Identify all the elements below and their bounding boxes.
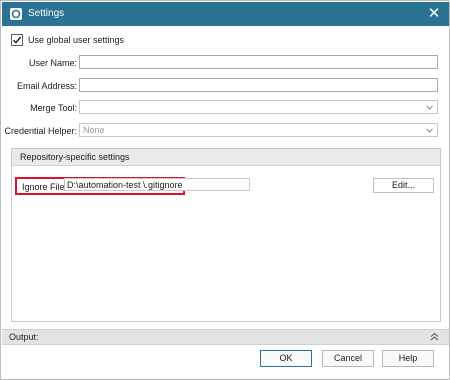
ok-button[interactable]: OK bbox=[260, 350, 312, 367]
close-button[interactable]: ✕ bbox=[425, 5, 443, 23]
use-global-settings-checkbox[interactable] bbox=[11, 34, 23, 46]
settings-dialog: Settings ✕ Use global user settings User… bbox=[0, 0, 450, 380]
output-panel-bar[interactable]: Output: bbox=[2, 329, 449, 345]
edit-ignore-file-button[interactable]: Edit... bbox=[373, 178, 434, 193]
cancel-button[interactable]: Cancel bbox=[322, 350, 374, 367]
merge-tool-select[interactable] bbox=[79, 100, 438, 114]
window-title: Settings bbox=[28, 8, 65, 19]
user-name-label: User Name: bbox=[28, 58, 77, 68]
repository-settings-header: Repository-specific settings bbox=[12, 149, 440, 166]
merge-tool-label: Merge Tool: bbox=[30, 103, 77, 113]
title-bar: Settings ✕ bbox=[2, 2, 449, 26]
email-address-label: Email Address: bbox=[16, 81, 77, 91]
user-name-input[interactable] bbox=[79, 55, 438, 69]
use-global-settings-label: Use global user settings bbox=[28, 35, 125, 45]
credential-helper-select[interactable]: None bbox=[79, 123, 438, 137]
ignore-file-label: Ignore File: bbox=[22, 182, 68, 192]
chevron-down-icon bbox=[426, 128, 433, 133]
repository-settings-group: Repository-specific settings Ignore File… bbox=[11, 148, 441, 322]
credential-helper-value: None bbox=[83, 125, 105, 135]
email-address-input[interactable] bbox=[79, 78, 438, 92]
app-icon bbox=[10, 8, 22, 20]
checkmark-icon bbox=[13, 36, 22, 44]
help-button[interactable]: Help bbox=[382, 350, 434, 367]
ignore-file-input[interactable]: D:\automation-test \.gitignore bbox=[64, 178, 250, 191]
double-chevron-up-icon[interactable] bbox=[430, 332, 439, 341]
credential-helper-label: Credential Helper: bbox=[4, 126, 77, 136]
output-label: Output: bbox=[9, 332, 39, 342]
chevron-down-icon bbox=[426, 105, 433, 110]
use-global-settings-row[interactable]: Use global user settings bbox=[11, 34, 124, 46]
